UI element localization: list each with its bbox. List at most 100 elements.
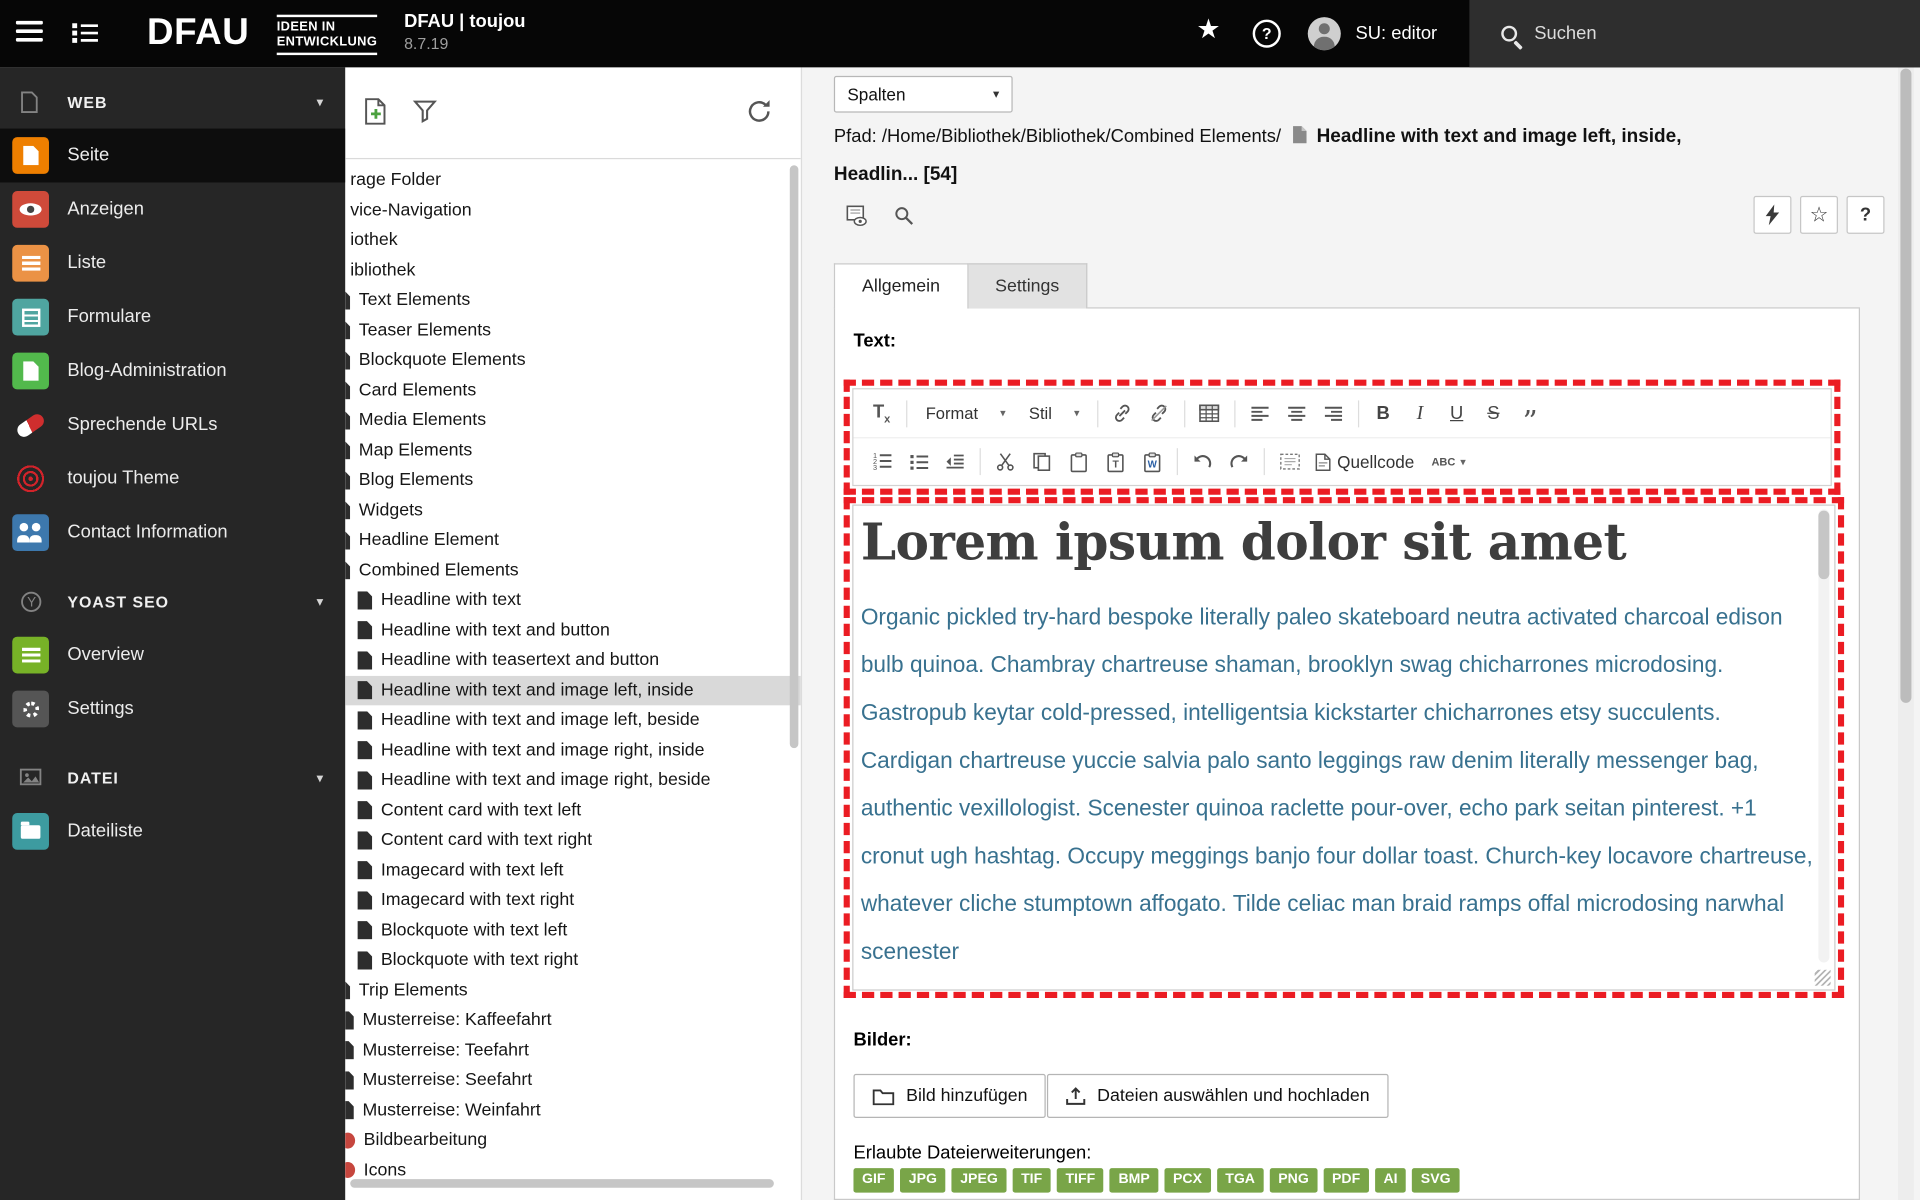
underline-button[interactable]: U: [1438, 395, 1475, 432]
tree-item[interactable]: Headline with text and image left, besid…: [345, 705, 801, 735]
sidebar-item-formulare[interactable]: Formulare: [0, 290, 345, 344]
bullet-list-button[interactable]: [900, 443, 937, 480]
tree-item[interactable]: Blog Elements: [345, 465, 801, 495]
rte-content-area[interactable]: Lorem ipsum dolor sit amet Organic pickl…: [852, 504, 1836, 991]
tree-item[interactable]: Text Elements: [345, 285, 801, 315]
new-page-button[interactable]: [362, 97, 390, 130]
search-records-button[interactable]: [884, 196, 922, 234]
tree-item[interactable]: Trip Elements: [345, 975, 801, 1005]
tree-item[interactable]: Blockquote with text left: [345, 915, 801, 945]
sidebar-item-dateiliste[interactable]: Dateiliste: [0, 804, 345, 858]
link-button[interactable]: [1104, 395, 1141, 432]
show-blocks-button[interactable]: [1271, 443, 1308, 480]
remove-format-button[interactable]: Tx: [863, 395, 900, 432]
tree-item[interactable]: vice-Navigation: [345, 195, 801, 225]
numbered-list-button[interactable]: 123: [863, 443, 900, 480]
strikethrough-button[interactable]: S: [1475, 395, 1512, 432]
tree-item[interactable]: ibliothek: [345, 255, 801, 285]
tree-item[interactable]: Bildbearbeitung: [345, 1125, 801, 1155]
style-dropdown[interactable]: Stil ▾: [1017, 397, 1091, 429]
sidebar-item-liste[interactable]: Liste: [0, 236, 345, 290]
sidebar-item-settings[interactable]: Settings: [0, 682, 345, 736]
tree-item[interactable]: Card Elements: [345, 375, 801, 405]
topbar-search[interactable]: Suchen: [1469, 0, 1920, 68]
overview-list-button[interactable]: [71, 21, 100, 49]
format-dropdown[interactable]: Format ▾: [913, 397, 1016, 429]
clear-cache-button[interactable]: [1753, 195, 1792, 234]
bold-button[interactable]: B: [1365, 395, 1402, 432]
menu-toggle-button[interactable]: [15, 20, 48, 48]
docheader-help-button[interactable]: ?: [1846, 195, 1885, 234]
sidebar-item-anzeigen[interactable]: Anzeigen: [0, 182, 345, 236]
paste-as-text-button[interactable]: T: [1097, 443, 1134, 480]
paste-button[interactable]: [1060, 443, 1097, 480]
bookmark-button[interactable]: ☆: [1800, 195, 1838, 234]
columns-select[interactable]: Spalten ▾: [833, 75, 1013, 113]
preview-page-button[interactable]: [838, 196, 876, 234]
tree-item[interactable]: Musterreise: Teefahrt: [345, 1035, 801, 1065]
tree-item[interactable]: Blockquote with text right: [345, 945, 801, 975]
cut-button[interactable]: [987, 443, 1024, 480]
table-button[interactable]: [1191, 395, 1228, 432]
rte-resize-handle[interactable]: [1814, 969, 1831, 986]
tree-item[interactable]: Content card with text left: [345, 795, 801, 825]
tree-item[interactable]: Imagecard with text right: [345, 885, 801, 915]
tree-item[interactable]: Headline with text and image right, insi…: [345, 735, 801, 765]
redo-button[interactable]: [1221, 443, 1258, 480]
sidebar-section-web[interactable]: WEB ▾: [0, 77, 345, 128]
tree-horizontal-scrollbar[interactable]: [350, 1179, 774, 1188]
tree-item[interactable]: Content card with text right: [345, 825, 801, 855]
tree-item[interactable]: Headline Element: [345, 525, 801, 555]
main-scrollbar-thumb[interactable]: [1900, 68, 1912, 703]
tree-item[interactable]: Media Elements: [345, 405, 801, 435]
rte-scrollbar-thumb[interactable]: [1818, 510, 1830, 580]
tree-item[interactable]: Headline with text and image right, besi…: [345, 765, 801, 795]
undo-button[interactable]: [1184, 443, 1221, 480]
upload-files-button[interactable]: Dateien auswählen und hochladen: [1046, 1073, 1388, 1118]
tab-allgemein[interactable]: Allgemein: [833, 263, 969, 310]
tree-item[interactable]: rage Folder: [345, 165, 801, 195]
source-code-button[interactable]: Quellcode: [1308, 443, 1422, 480]
align-right-button[interactable]: [1315, 395, 1352, 432]
sidebar-item-sprechende-urls[interactable]: Sprechende URLs: [0, 398, 345, 452]
indent-button[interactable]: [937, 443, 974, 480]
sidebar-item-blog-administration[interactable]: Blog-Administration: [0, 344, 345, 398]
italic-button[interactable]: I: [1402, 395, 1439, 432]
tree-item[interactable]: Headline with text and image left, insid…: [345, 675, 801, 706]
spellcheck-button[interactable]: ABC ▾: [1422, 443, 1476, 480]
sidebar-item-contact-information[interactable]: Contact Information: [0, 506, 345, 560]
tree-item[interactable]: Headline with text and button: [345, 615, 801, 645]
filter-button[interactable]: [411, 97, 438, 128]
refresh-button[interactable]: [744, 97, 773, 130]
tree-item[interactable]: Combined Elements: [345, 555, 801, 585]
align-center-button[interactable]: [1278, 395, 1315, 432]
sidebar-section-yoast[interactable]: Y YOAST SEO ▾: [0, 577, 345, 628]
copy-button[interactable]: [1024, 443, 1061, 480]
tree-item[interactable]: Blockquote Elements: [345, 345, 801, 375]
sidebar-section-datei[interactable]: DATEI ▾: [0, 753, 345, 804]
tree-item[interactable]: Imagecard with text left: [345, 855, 801, 885]
tab-settings[interactable]: Settings: [968, 263, 1088, 309]
tree-item[interactable]: Musterreise: Seefahrt: [345, 1065, 801, 1095]
favorites-star-button[interactable]: ★: [1196, 13, 1220, 45]
tree-item[interactable]: Teaser Elements: [345, 315, 801, 345]
sidebar-item-overview[interactable]: Overview: [0, 628, 345, 682]
tree-vertical-scrollbar[interactable]: [789, 165, 799, 749]
tree-item[interactable]: Map Elements: [345, 435, 801, 465]
add-image-button[interactable]: Bild hinzufügen: [853, 1073, 1046, 1118]
record-title-continued: Headlin... [54]: [833, 164, 958, 185]
tree-item[interactable]: Headline with teasertext and button: [345, 645, 801, 675]
align-left-button[interactable]: [1241, 395, 1278, 432]
sidebar-item-seite[interactable]: Seite: [0, 128, 346, 183]
help-button[interactable]: ?: [1252, 19, 1281, 48]
tree-item[interactable]: Musterreise: Kaffeefahrt: [345, 1005, 801, 1035]
unlink-button[interactable]: [1141, 395, 1178, 432]
paste-from-word-button[interactable]: W: [1134, 443, 1171, 480]
tree-item[interactable]: Headline with text: [345, 585, 801, 615]
tree-item[interactable]: Musterreise: Weinfahrt: [345, 1095, 801, 1125]
user-menu[interactable]: SU: editor: [1307, 0, 1437, 67]
tree-item[interactable]: iothek: [345, 225, 801, 255]
sidebar-item-toujou-theme[interactable]: toujou Theme: [0, 452, 345, 506]
blockquote-button[interactable]: ”: [1512, 395, 1549, 435]
tree-item[interactable]: Widgets: [345, 495, 801, 525]
